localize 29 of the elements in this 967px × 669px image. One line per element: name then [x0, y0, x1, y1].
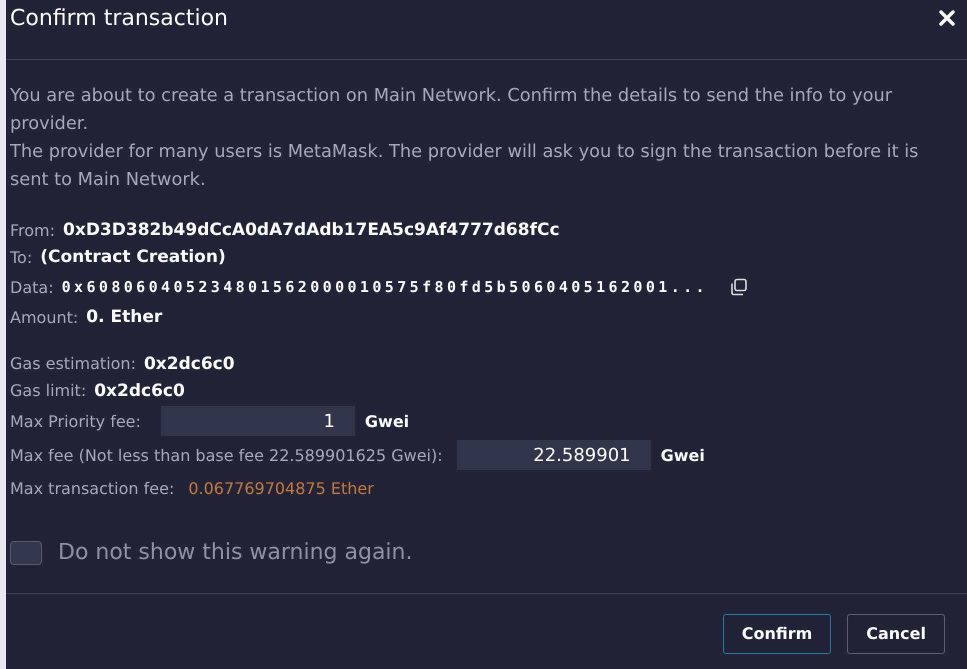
field-value: 0. Ether [86, 307, 162, 327]
field-label: Max transaction fee: [10, 478, 174, 498]
unit-label: Gwei [660, 446, 705, 464]
number-input[interactable]: 22.589901 [456, 440, 651, 470]
number-input[interactable]: 1 [160, 406, 355, 436]
fee-value: 0.067769704875 Ether [188, 478, 374, 498]
info-paragraph: You are about to create a transaction on Main Network. Confirm the details to send the info to your provider. [10, 84, 894, 136]
close-icon[interactable] [939, 10, 955, 26]
field-value: 0x2dc6c0 [144, 354, 235, 374]
field-label: To: [10, 248, 32, 266]
checkbox[interactable] [10, 540, 42, 564]
unit-label: Gwei [364, 412, 410, 430]
field-label: Max Priority fee: [10, 412, 141, 430]
field-value: 0x2dc6c0 [94, 380, 185, 400]
field-label: Max fee (Not less than base fee 22.589901625 Gwei): [10, 446, 443, 464]
dialog-title: Confirm transaction [10, 6, 228, 31]
data-value: 0x608060405234801562000010575f80fd5b5060405162001... [62, 278, 708, 296]
field-label: From: [10, 220, 56, 240]
field-label: Amount: [10, 308, 78, 326]
field-value: 0xD3D382b49dCcA0dA7dAdb17EA5c9Af4777d68fCc [63, 220, 560, 240]
cancel-button[interactable]: Cancel [847, 614, 945, 654]
info-paragraph: The provider for many users is MetaMask. The provider will ask you to sign the transaction before it is sent to Main Network. [10, 140, 920, 192]
field-value: (Contract Creation) [40, 247, 226, 267]
field-label: Gas limit: [10, 381, 86, 400]
copy-icon[interactable] [730, 278, 748, 296]
field-label: Data: [10, 278, 54, 296]
checkbox-label: Do not show this warning again. [58, 540, 412, 565]
confirm-button[interactable]: Confirm [722, 614, 832, 654]
field-label: Gas estimation: [10, 354, 136, 373]
